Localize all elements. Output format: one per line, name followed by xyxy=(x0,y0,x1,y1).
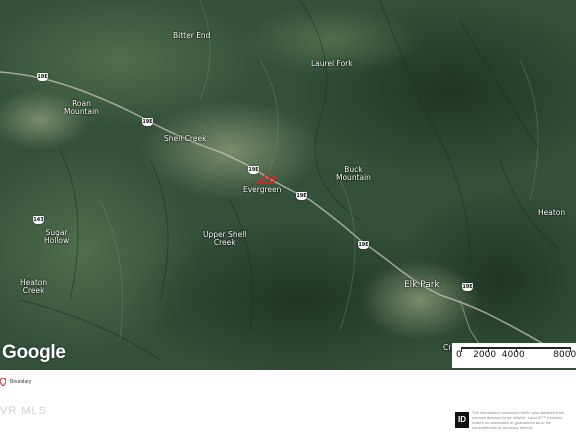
route-shield-19e: 19E xyxy=(462,283,473,291)
idx-logo: ID xyxy=(455,412,469,428)
place-label-bitter-end: Bitter End xyxy=(173,31,211,40)
route-shield-19e: 19E xyxy=(248,166,259,174)
google-attribution-logo: Google xyxy=(2,342,66,363)
disclaimer-text: The information contained herein was obt… xyxy=(472,410,565,430)
map-scale-bar: 0 2000 4000 8000ft xyxy=(452,343,576,368)
place-label-evergreen: Evergreen xyxy=(243,185,282,194)
property-boundary-marker[interactable] xyxy=(256,173,278,185)
terrain-imagery xyxy=(0,0,576,370)
place-label-heaton-creek: Heaton Creek xyxy=(20,278,48,295)
place-label-heaton: Heaton xyxy=(538,208,566,217)
place-label-elk-park: Elk Park xyxy=(404,280,440,290)
satellite-map[interactable]: Bitter End Laurel Fork Roan Mountain She… xyxy=(0,0,576,370)
place-label-shell-creek: Shell Creek xyxy=(164,134,207,143)
boundary-pin-icon xyxy=(0,378,6,386)
route-shield-19e: 19E xyxy=(296,192,307,200)
route-shield-143: 143 xyxy=(33,216,44,224)
mls-footer-text: VR MLS xyxy=(0,405,47,417)
place-label-upper-shell-creek: Upper Shell Creek xyxy=(203,230,247,247)
place-label-laurel-fork: Laurel Fork xyxy=(311,59,353,68)
place-label-roan-mountain: Roan Mountain xyxy=(64,99,99,116)
route-shield-19e: 19E xyxy=(142,118,153,126)
legend-label: Boundary xyxy=(10,379,32,385)
place-label-sugar-hollow: Sugar Hollow xyxy=(44,228,70,245)
route-shield-19e: 19E xyxy=(37,73,48,81)
place-label-buck-mountain: Buck Mountain xyxy=(336,165,371,182)
route-shield-19e: 19E xyxy=(358,241,369,249)
scale-bar-labels: 0 2000 4000 8000ft xyxy=(456,350,576,360)
